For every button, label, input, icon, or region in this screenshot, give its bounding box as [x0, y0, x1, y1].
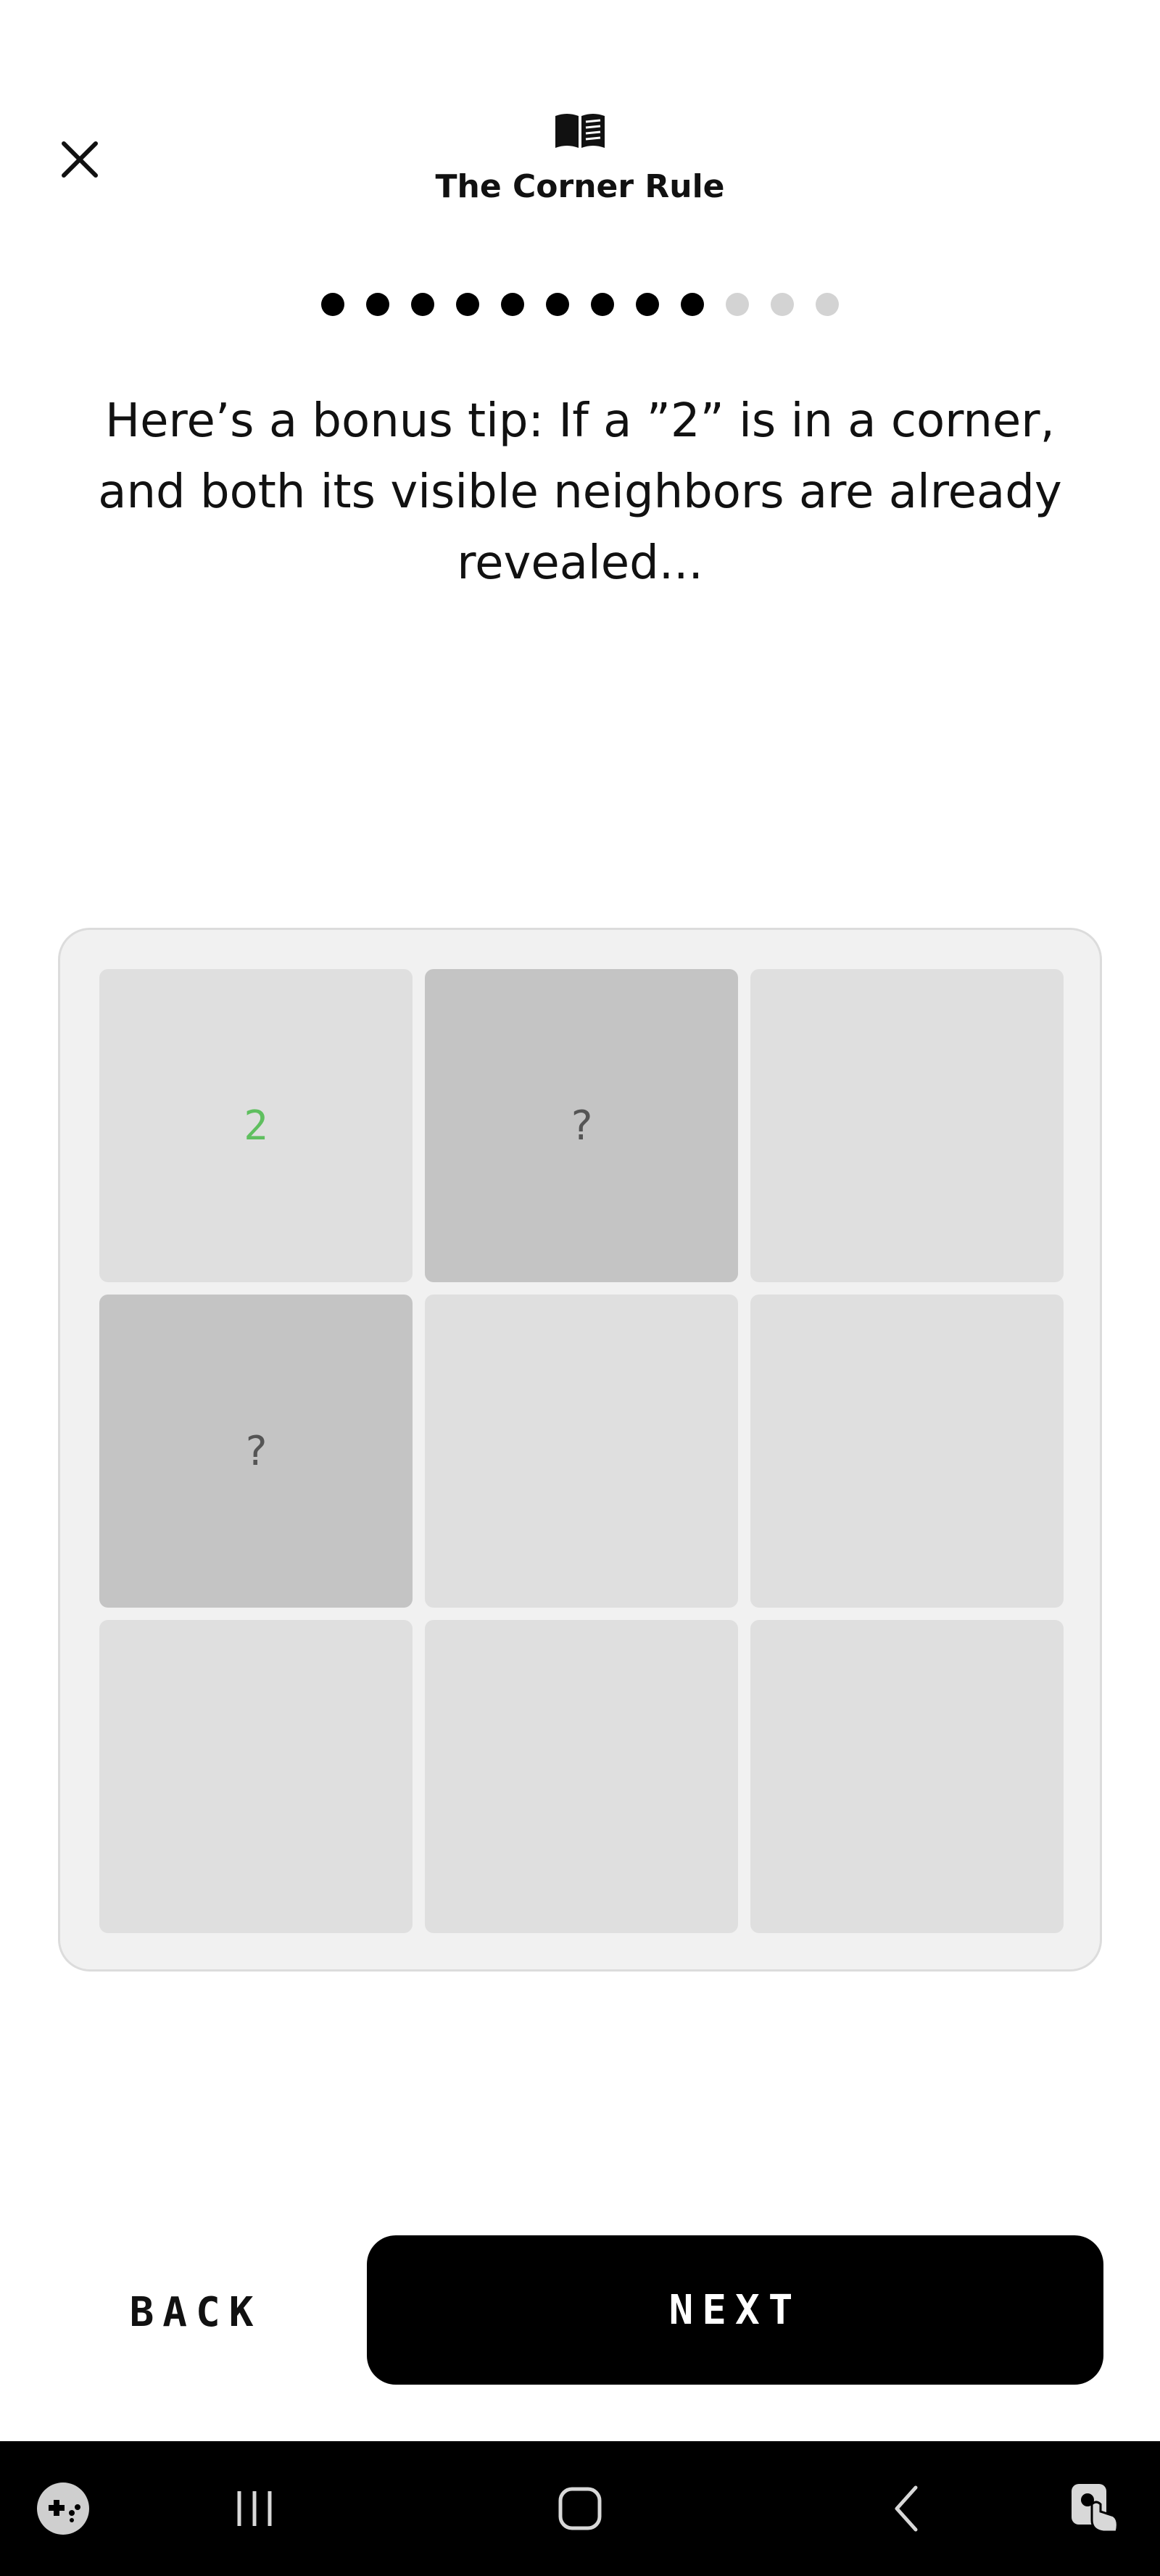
- back-button[interactable]: BACK: [87, 2276, 304, 2348]
- page-title: The Corner Rule: [435, 168, 725, 205]
- system-navigation-bar: [0, 2441, 1160, 2576]
- board-cell-hidden[interactable]: ?: [425, 969, 738, 1282]
- home-button[interactable]: [536, 2441, 624, 2576]
- board-cell: [425, 1295, 738, 1608]
- progress-dot: [591, 293, 614, 316]
- step-progress-indicator: [0, 293, 1160, 316]
- progress-dot: [456, 293, 479, 316]
- progress-dot: [681, 293, 704, 316]
- recent-apps-button[interactable]: [211, 2441, 298, 2576]
- progress-dot: [546, 293, 569, 316]
- back-arrow-icon: [895, 2485, 918, 2532]
- tutorial-tip-text: Here’s a bonus tip: If a ”2” is in a cor…: [98, 394, 1062, 590]
- book-open-icon: [555, 114, 605, 148]
- next-button[interactable]: NEXT: [367, 2235, 1103, 2385]
- game-launcher-button[interactable]: [20, 2441, 107, 2576]
- progress-dot: [411, 293, 434, 316]
- assistant-touch-icon: [1072, 2484, 1119, 2533]
- progress-dot: [816, 293, 839, 316]
- game-board: 2 ? ?: [58, 928, 1102, 1972]
- board-cell: [750, 969, 1064, 1282]
- progress-dot: [726, 293, 749, 316]
- board-cell: [99, 1620, 413, 1933]
- progress-dot: [501, 293, 524, 316]
- system-back-button[interactable]: [863, 2441, 950, 2576]
- recent-apps-icon: [237, 2491, 272, 2526]
- board-cell: [750, 1295, 1064, 1608]
- board-cell: [750, 1620, 1064, 1933]
- board-cell-hidden[interactable]: ?: [99, 1295, 413, 1608]
- game-launcher-icon: [37, 2482, 89, 2535]
- progress-dot: [636, 293, 659, 316]
- progress-dot: [321, 293, 344, 316]
- progress-dot: [771, 293, 794, 316]
- board-cell: [425, 1620, 738, 1933]
- board-cell: 2: [99, 969, 413, 1282]
- assistant-touch-button[interactable]: [1051, 2441, 1138, 2576]
- progress-dot: [366, 293, 389, 316]
- home-icon: [558, 2487, 602, 2530]
